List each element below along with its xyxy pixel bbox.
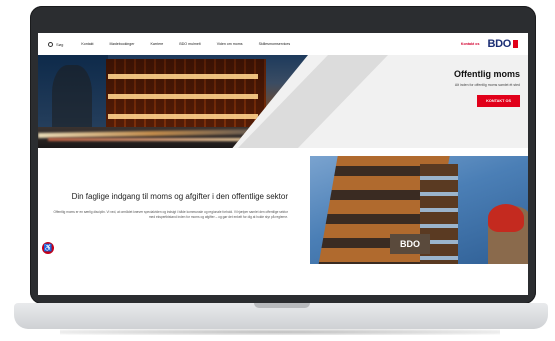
intro-body: Offentlig moms er en særlig disciplin. V… [53, 210, 288, 219]
nav-link-kontakt[interactable]: Kontakt [81, 42, 93, 46]
accessibility-icon: ♿ [43, 245, 53, 252]
hero-contact-button[interactable]: KONTAKT OS [477, 95, 520, 107]
search-button[interactable]: Søg [48, 41, 64, 47]
hero-tree [52, 65, 92, 135]
intro-section: Din faglige indgang til moms og afgifter… [38, 148, 528, 295]
hero-text: Offentlig moms Alt inden for offentlig m… [360, 69, 520, 107]
laptop-shadow [60, 329, 500, 335]
hero-title: Offentlig moms [453, 69, 520, 79]
logo-text: BDO [487, 38, 511, 50]
hero-subtitle: Alt inden for offentlig moms samlet ét s… [454, 83, 520, 87]
nav-links: Kontakt Mødebookinger Karriere BDO mulme… [81, 42, 290, 46]
photo-hat [488, 204, 524, 232]
nav-link-services[interactable]: Skillesmomservices [259, 42, 291, 46]
nav-link-bdo[interactable]: BDO mulmelt [179, 42, 200, 46]
hero-light-trail-2 [48, 138, 258, 141]
nav-link-bookings[interactable]: Mødebookinger [110, 42, 135, 46]
nav-right: Kontakt os BDO [461, 38, 518, 50]
bdo-logo[interactable]: BDO [487, 38, 518, 50]
photo-bdo-sign: BDO [390, 234, 430, 254]
nav-link-viden[interactable]: Viden om moms [217, 42, 243, 46]
nav-link-karriere[interactable]: Karriere [151, 42, 164, 46]
hero-section: Offentlig moms Alt inden for offentlig m… [38, 55, 528, 148]
building-photo: BDO [310, 156, 528, 264]
search-icon [48, 41, 53, 47]
accessibility-button[interactable]: ♿ [42, 242, 54, 254]
intro-heading: Din faglige indgang til moms og afgifter… [71, 192, 288, 201]
hero-windows [108, 65, 258, 125]
laptop-base [14, 303, 548, 329]
intro-text: Din faglige indgang til moms og afgifter… [48, 192, 288, 219]
browser-screen: Søg Kontakt Mødebookinger Karriere BDO m… [38, 33, 528, 295]
logo-mark-icon [513, 40, 518, 48]
site-nav: Søg Kontakt Mødebookinger Karriere BDO m… [38, 33, 528, 55]
search-label: Søg [56, 41, 64, 47]
laptop-notch [254, 303, 310, 308]
nav-contact-link[interactable]: Kontakt os [461, 42, 480, 46]
